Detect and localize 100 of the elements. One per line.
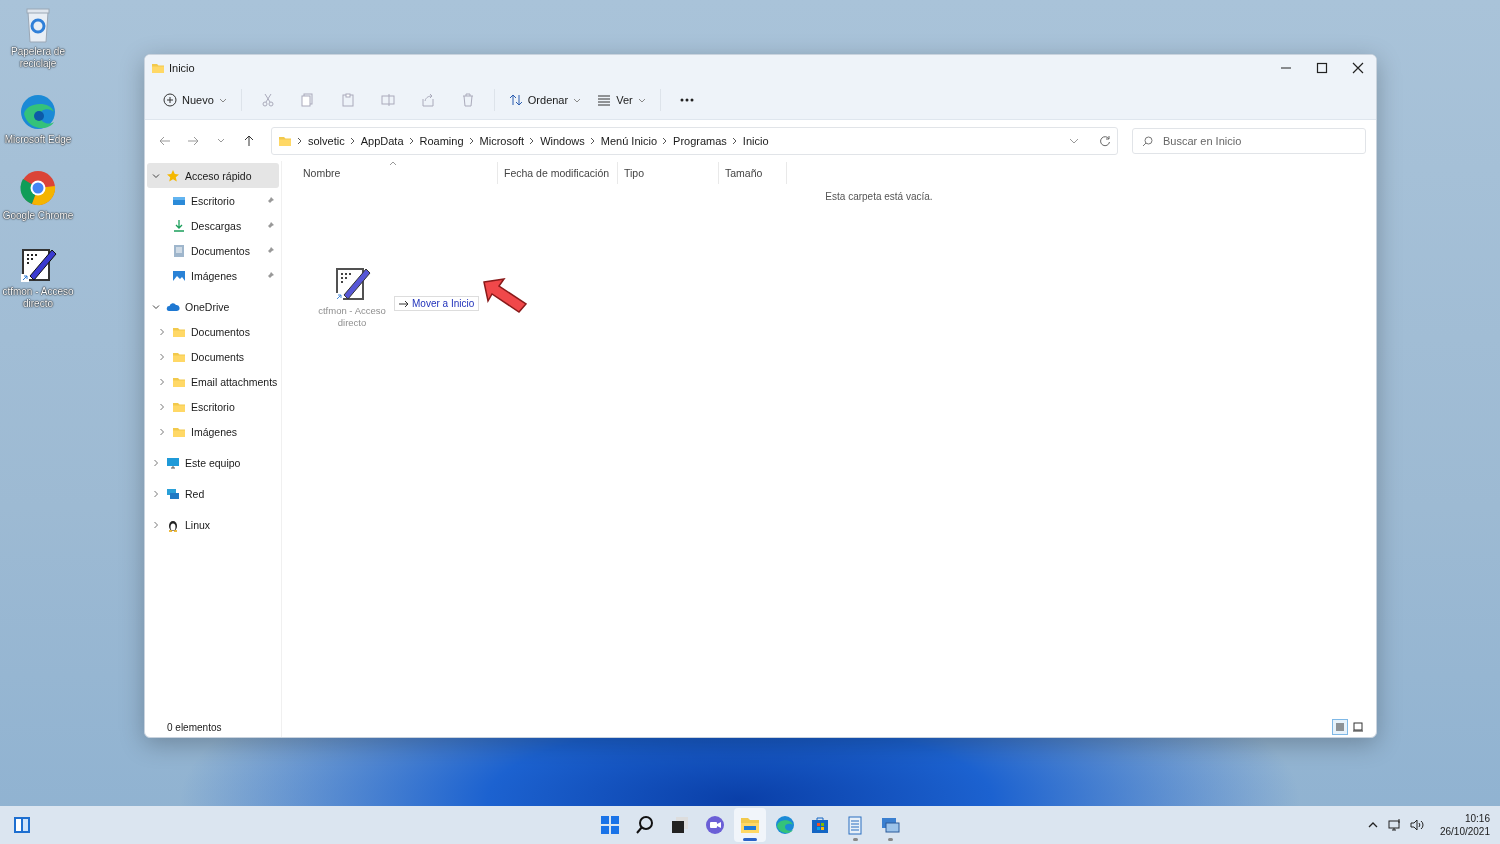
video-chat-icon — [704, 814, 726, 836]
details-view-icon — [1334, 721, 1346, 733]
plus-icon — [163, 93, 177, 107]
search-icon — [634, 814, 656, 836]
sidebar-item[interactable]: Descargas — [147, 213, 279, 238]
sidebar-item[interactable]: Linux — [147, 512, 279, 537]
monitor-icon — [166, 455, 180, 470]
chevron-right-icon[interactable] — [157, 351, 167, 362]
sidebar-item[interactable]: Red — [147, 481, 279, 506]
swirl-icon[interactable] — [18, 92, 58, 132]
shopping-bag-icon — [809, 814, 831, 836]
chevron-right-icon[interactable] — [151, 457, 161, 468]
sidebar-item[interactable]: Documentos — [147, 319, 279, 344]
column-header[interactable]: Tamaño — [719, 162, 787, 184]
sidebar-item[interactable]: Escritorio — [147, 394, 279, 419]
chevron-icon — [589, 136, 596, 145]
maximize-icon — [1316, 62, 1328, 74]
share-icon — [420, 93, 435, 107]
widgets-button[interactable] — [12, 815, 32, 835]
chevron-right-icon[interactable] — [151, 488, 161, 499]
picture-icon — [172, 268, 186, 283]
network-icon[interactable] — [1387, 818, 1402, 832]
clock-date[interactable]: 26/10/2021 — [1439, 825, 1490, 838]
folder-icon — [151, 61, 165, 75]
sidebar-item[interactable]: OneDrive — [147, 294, 279, 319]
up-arrow-icon — [242, 133, 256, 148]
document-icon — [172, 243, 186, 258]
sidebar-item[interactable]: Imágenes — [147, 419, 279, 444]
sidebar-item[interactable]: Escritorio — [147, 188, 279, 213]
network-icon — [166, 486, 180, 501]
chevron-icon — [408, 136, 415, 145]
swirl-icon — [774, 814, 796, 836]
sidebar-item[interactable]: Imágenes — [147, 263, 279, 288]
lines-icon — [597, 93, 612, 107]
chevron-icon — [662, 136, 669, 145]
sidebar-item[interactable]: Documentos — [147, 238, 279, 263]
chevron-icon — [297, 136, 303, 145]
chevron-right-icon[interactable] — [157, 426, 167, 437]
dragged-file-label: ctfmon - Acceso directo — [317, 305, 387, 329]
move-tooltip: Mover a Inicio — [394, 296, 480, 311]
item-count: 0 elementos — [167, 721, 222, 733]
column-header[interactable]: Fecha de modificación — [498, 162, 618, 184]
close-icon — [1352, 62, 1364, 74]
chevron-icon — [529, 136, 536, 145]
column-header[interactable]: Tipo — [618, 162, 719, 184]
breadcrumb[interactable]: Roaming — [419, 134, 464, 147]
overlapping-squares-icon — [669, 814, 691, 836]
caret-icon — [573, 97, 582, 103]
address-bar[interactable]: solvetic AppData Roaming Microsoft Windows Menú Inicio Programas Inicio — [271, 126, 1118, 155]
caret-icon — [1069, 137, 1079, 144]
star-icon — [166, 168, 180, 183]
sidebar-item[interactable]: Email attachments — [147, 369, 279, 394]
view-button[interactable]: Ver — [591, 86, 652, 114]
refresh-icon — [1099, 134, 1111, 147]
sidebar-item[interactable]: Este equipo — [147, 450, 279, 475]
paste-icon — [340, 93, 355, 107]
speaker-icon[interactable] — [1409, 818, 1424, 832]
chevron-icon — [349, 136, 356, 145]
chevron-icon — [731, 136, 738, 145]
breadcrumb[interactable]: Windows — [540, 134, 585, 147]
panel-icon — [12, 815, 32, 835]
chevron-icon — [468, 136, 475, 145]
chevron-right-icon[interactable] — [157, 401, 167, 412]
trash-icon — [460, 93, 475, 107]
copy-icon — [300, 93, 315, 107]
breadcrumb[interactable]: AppData — [360, 134, 404, 147]
breadcrumb[interactable]: Inicio — [742, 134, 769, 147]
search-field[interactable]: Buscar en Inicio — [1132, 127, 1366, 154]
sidebar-item[interactable]: Documents — [147, 344, 279, 369]
download-icon — [172, 218, 186, 233]
sort-button[interactable]: Ordenar — [502, 86, 588, 114]
clock-time[interactable]: 10:16 — [1464, 812, 1490, 825]
chevron-right-icon[interactable] — [151, 519, 161, 530]
breadcrumb[interactable]: Menú Inicio — [600, 134, 658, 147]
window-title: Inicio — [169, 62, 195, 74]
rename-icon — [380, 93, 395, 107]
breadcrumb[interactable]: Programas — [673, 134, 727, 147]
search-icon — [1142, 135, 1153, 147]
caret-icon — [218, 97, 227, 103]
windows-logo-icon — [599, 814, 621, 836]
sort-arrows-icon — [508, 93, 523, 107]
right-arrow-icon — [399, 299, 409, 308]
column-header[interactable]: Nombre — [297, 162, 498, 184]
cut-icon — [260, 93, 275, 107]
ellipsis-icon — [679, 98, 694, 102]
chevron-right-icon[interactable] — [157, 326, 167, 337]
caret-icon — [217, 138, 225, 143]
large-icons-view-icon — [1352, 721, 1364, 733]
caret-icon — [637, 97, 646, 103]
empty-folder-message: Esta carpeta está vacía. — [824, 191, 933, 202]
pointer-arrow-icon — [482, 278, 528, 314]
circle-logo-icon[interactable] — [18, 168, 58, 208]
breadcrumb[interactable]: solvetic — [308, 134, 345, 147]
view-toggle[interactable] — [1350, 719, 1366, 735]
view-toggle[interactable] — [1332, 719, 1348, 735]
file-explorer-button[interactable] — [734, 808, 766, 842]
new-button[interactable]: Nuevo — [157, 86, 233, 114]
chevron-right-icon[interactable] — [157, 376, 167, 387]
breadcrumb[interactable]: Microsoft — [479, 134, 525, 147]
sidebar-item[interactable]: Acceso rápido — [147, 163, 279, 188]
